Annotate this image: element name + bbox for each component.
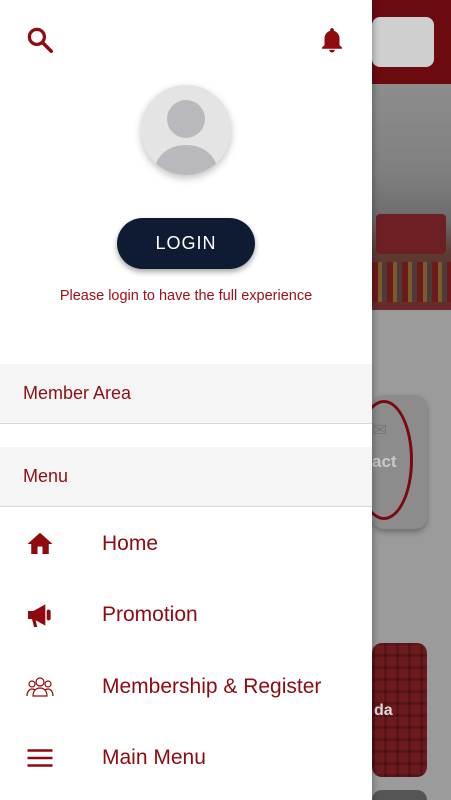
- background-card-partial: [372, 790, 427, 800]
- bell-icon: [322, 28, 342, 53]
- hamburger-menu-icon: [27, 749, 53, 767]
- menu-item-home[interactable]: Home: [0, 508, 372, 580]
- menu-item-membership-register[interactable]: Membership & Register: [0, 651, 372, 723]
- menu-item-membership-register-label: Membership & Register: [102, 675, 322, 698]
- login-hint-text: Please login to have the full experience: [59, 288, 313, 304]
- section-member-area-label: Member Area: [23, 383, 132, 403]
- avatar[interactable]: [141, 85, 231, 175]
- envelope-icon: ✉: [372, 420, 388, 441]
- search-icon: [27, 27, 53, 53]
- background-search-bar: [372, 17, 434, 67]
- section-member-area: Member Area: [0, 364, 372, 424]
- menu-item-promotion-label: Promotion: [102, 603, 198, 626]
- notifications-button[interactable]: [312, 20, 352, 60]
- background-card2-label: da: [374, 702, 393, 719]
- megaphone-icon: [28, 604, 51, 627]
- background-photo-crowd: [372, 262, 451, 302]
- background-card-label: act: [372, 452, 397, 471]
- menu-item-promotion[interactable]: Promotion: [0, 579, 372, 651]
- group-icon: [26, 677, 54, 697]
- menu-item-main-menu[interactable]: Main Menu: [0, 722, 372, 794]
- background-banner-photo: [372, 84, 451, 310]
- section-menu: Menu: [0, 447, 372, 507]
- user-placeholder-icon: [141, 85, 231, 175]
- search-button[interactable]: [20, 20, 60, 60]
- menu-item-main-menu-label: Main Menu: [102, 746, 206, 769]
- section-menu-label: Menu: [23, 466, 69, 486]
- login-button[interactable]: LOGIN: [117, 218, 255, 269]
- home-icon: [27, 532, 53, 554]
- menu-item-home-label: Home: [102, 532, 159, 555]
- navigation-drawer: LOGIN Please login to have the full expe…: [0, 0, 372, 800]
- background-photo-truck: [376, 214, 446, 254]
